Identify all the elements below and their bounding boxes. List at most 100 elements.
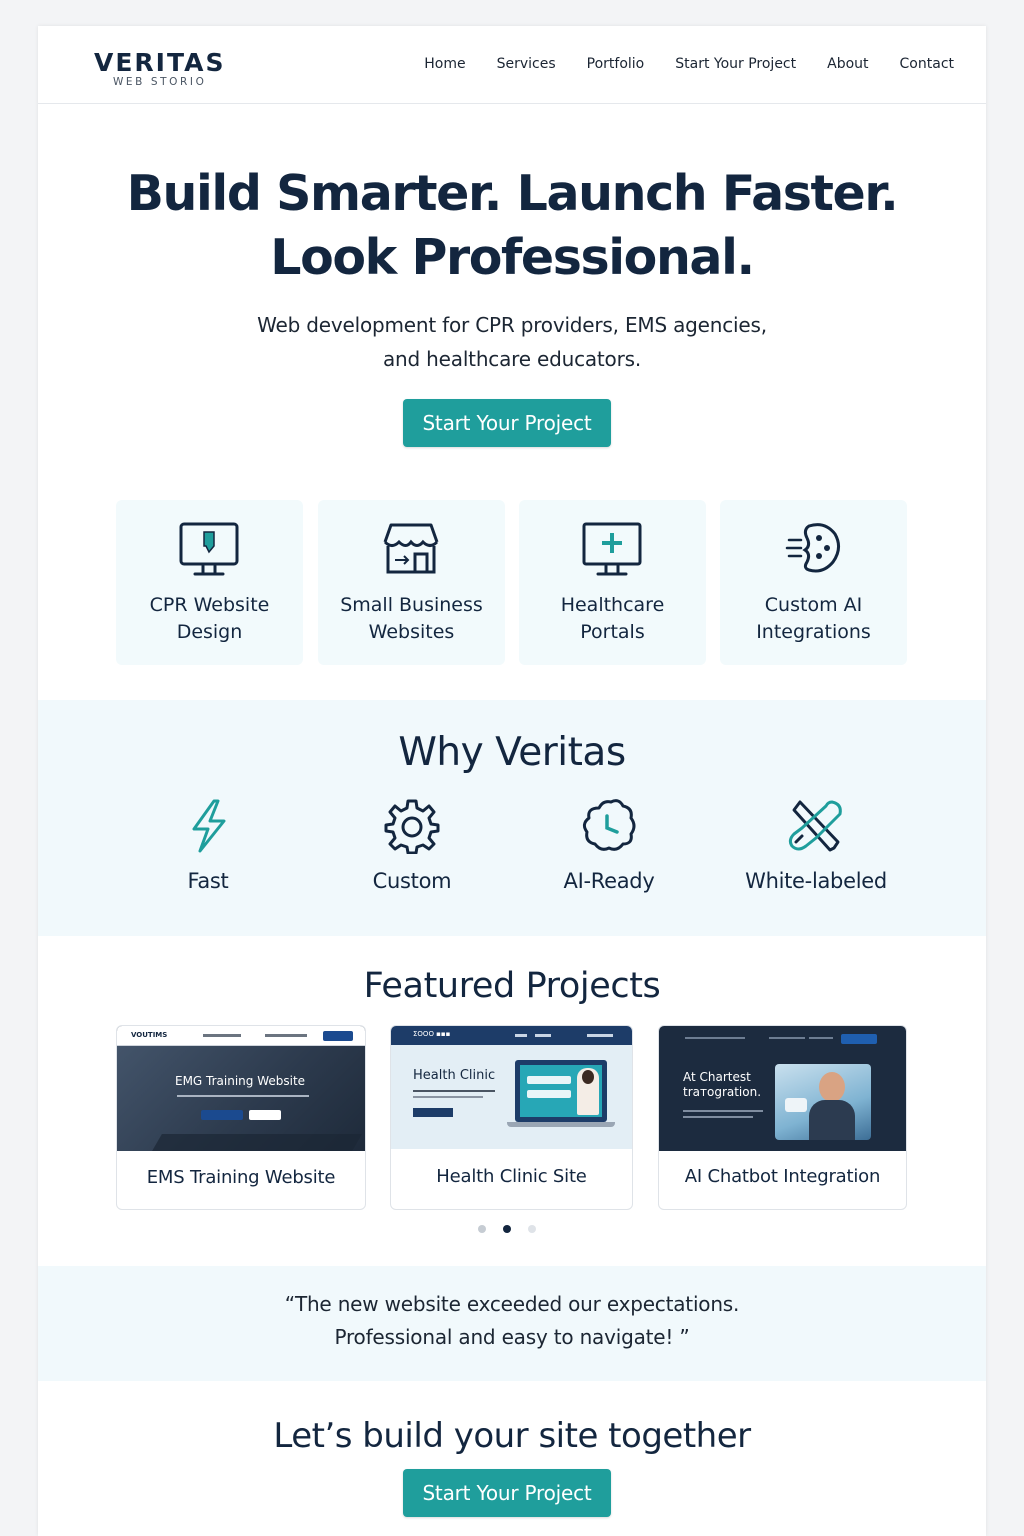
service-card-healthcare[interactable]: Healthcare Portals xyxy=(519,500,706,665)
thumb-heading: EMG Training Website xyxy=(175,1074,306,1088)
nav-contact[interactable]: Contact xyxy=(900,56,954,72)
feature-ai-ready: AI-Ready xyxy=(519,798,699,894)
feature-custom: Custom xyxy=(322,798,502,894)
thumb-person-body xyxy=(809,1100,855,1140)
testimonial-section: “The new website exceeded our expectatio… xyxy=(38,1266,986,1381)
nav-start-project[interactable]: Start Your Project xyxy=(675,56,796,72)
thumb-text-line xyxy=(413,1096,483,1098)
service-card-cpr[interactable]: CPR Website Design xyxy=(116,500,303,665)
thumb-logo: VOUTIMS xyxy=(131,1031,168,1039)
service-label-line2: Websites xyxy=(368,621,455,643)
project-card-clinic[interactable]: ΣΟΟΟ ▪▪▪ Health Clinic Health Clinic Sit… xyxy=(390,1025,633,1210)
thumb-nav-button xyxy=(323,1031,353,1041)
cta-start-project-button[interactable]: Start Your Project xyxy=(403,1469,611,1517)
featured-projects-title: Featured Projects xyxy=(363,966,661,1006)
feature-label: AI-Ready xyxy=(563,869,655,893)
main-nav: Home Services Portfolio Start Your Proje… xyxy=(424,56,954,72)
thumb-button xyxy=(413,1108,453,1117)
service-label-line2: Integrations xyxy=(756,621,871,643)
feature-fast: Fast xyxy=(118,798,298,894)
carousel-dot-1[interactable] xyxy=(478,1225,486,1233)
thumb-laptop-base xyxy=(507,1122,615,1127)
thumb-navbar: VOUTIMS xyxy=(117,1026,365,1046)
tools-icon xyxy=(788,800,842,852)
carousel-dots xyxy=(478,1225,536,1233)
medical-monitor-icon xyxy=(582,522,642,576)
project-card-ai-chatbot[interactable]: At Chartest trатogration. AI Chatbot Int… xyxy=(658,1025,907,1210)
thumb-chat-bubble xyxy=(785,1098,807,1112)
thumb-logo: ΣΟΟΟ ▪▪▪ xyxy=(413,1030,451,1038)
gear-icon xyxy=(384,799,440,854)
thumb-nav-link xyxy=(265,1034,307,1037)
project-thumbnail: ΣΟΟΟ ▪▪▪ Health Clinic xyxy=(391,1026,632,1149)
hero-start-project-button[interactable]: Start Your Project xyxy=(403,399,611,447)
service-label-line2: Portals xyxy=(580,621,645,643)
feature-label: Custom xyxy=(372,869,452,893)
thumb-heading: Health Clinic xyxy=(413,1068,496,1083)
monitor-icon xyxy=(179,522,239,576)
thumb-nav-link xyxy=(587,1034,613,1037)
thumb-screen-field xyxy=(527,1090,571,1098)
thumb-screen-field xyxy=(527,1076,571,1084)
hero-subtitle: Web development for CPR providers, EMS a… xyxy=(38,308,986,376)
service-label: Small Business Websites xyxy=(318,592,505,646)
thumb-video-panel xyxy=(775,1064,871,1140)
thumb-navbar: ΣΟΟΟ ▪▪▪ xyxy=(391,1026,632,1045)
thumb-doctor-head xyxy=(582,1070,594,1084)
service-label-line1: Custom AI xyxy=(764,594,863,616)
service-label: CPR Website Design xyxy=(116,592,303,646)
thumb-laptop-screen xyxy=(515,1060,607,1122)
site-header: VERITAS WEB STORIO Home Services Portfol… xyxy=(38,26,986,104)
lightning-icon xyxy=(192,799,226,853)
nav-portfolio[interactable]: Portfolio xyxy=(587,56,645,72)
project-label: Health Clinic Site xyxy=(436,1166,587,1187)
service-label-line1: Small Business xyxy=(340,594,483,616)
cta-title: Let’s build your site together xyxy=(273,1416,751,1456)
thumb-nav-link xyxy=(203,1034,241,1037)
thumb-nav-link xyxy=(515,1034,527,1037)
service-card-ai[interactable]: Custom AI Integrations xyxy=(720,500,907,665)
thumb-nav-button xyxy=(841,1034,877,1044)
feature-label: White-labeled xyxy=(745,869,887,893)
service-label-line2: Design xyxy=(176,621,243,643)
feature-white-labeled: White-labeled xyxy=(726,798,906,894)
testimonial-line2: Professional and easy to navigate! ” xyxy=(334,1325,690,1349)
thumb-nav-link xyxy=(769,1037,805,1039)
service-label: Healthcare Portals xyxy=(519,592,706,646)
project-label: EMS Training Website xyxy=(146,1167,336,1188)
nav-services[interactable]: Services xyxy=(497,56,556,72)
hero-subtitle-line2: and healthcare educators. xyxy=(383,347,641,371)
carousel-dot-2[interactable] xyxy=(503,1225,511,1233)
hero-title-line2: Look Professional. xyxy=(270,229,755,286)
project-label: AI Chatbot Integration xyxy=(684,1166,881,1187)
hero-title: Build Smarter. Launch Faster. Look Profe… xyxy=(38,162,986,290)
carousel-dot-3[interactable] xyxy=(528,1225,536,1233)
thumb-nav-link xyxy=(685,1037,745,1039)
service-label-line1: Healthcare xyxy=(560,594,665,616)
project-card-ems[interactable]: VOUTIMS EMG Training Website EMS Trainin… xyxy=(116,1025,366,1210)
thumb-laptop xyxy=(152,1134,362,1151)
service-label-line1: CPR Website xyxy=(149,594,270,616)
feature-label: Fast xyxy=(187,869,229,893)
thumb-nav-link xyxy=(809,1037,833,1039)
cloud-clock-icon xyxy=(582,799,636,851)
why-section: Why Veritas Fast Custom AI-Ready White-l… xyxy=(38,700,986,936)
service-card-small-business[interactable]: Small Business Websites xyxy=(318,500,505,665)
thumb-secondary-button xyxy=(249,1110,281,1120)
testimonial-quote: “The new website exceeded our expectatio… xyxy=(38,1288,986,1354)
logo-tagline: WEB STORIO xyxy=(112,76,207,88)
thumb-text-line xyxy=(177,1095,309,1097)
project-thumbnail: At Chartest trатogration. xyxy=(659,1026,906,1151)
storefront-icon xyxy=(383,523,439,574)
logo-wordmark: VERITAS xyxy=(94,48,226,77)
nav-about[interactable]: About xyxy=(827,56,868,72)
thumb-heading-line1: At Chartest xyxy=(683,1070,751,1084)
nav-home[interactable]: Home xyxy=(424,56,465,72)
thumb-person-head xyxy=(819,1072,845,1102)
service-label: Custom AI Integrations xyxy=(720,592,907,646)
page: VERITAS WEB STORIO Home Services Portfol… xyxy=(38,26,986,1536)
project-thumbnail: VOUTIMS EMG Training Website xyxy=(117,1026,365,1151)
thumb-text-line xyxy=(683,1110,763,1112)
logo[interactable]: VERITAS WEB STORIO xyxy=(94,48,226,89)
hero-title-line1: Build Smarter. Launch Faster. xyxy=(126,165,899,222)
